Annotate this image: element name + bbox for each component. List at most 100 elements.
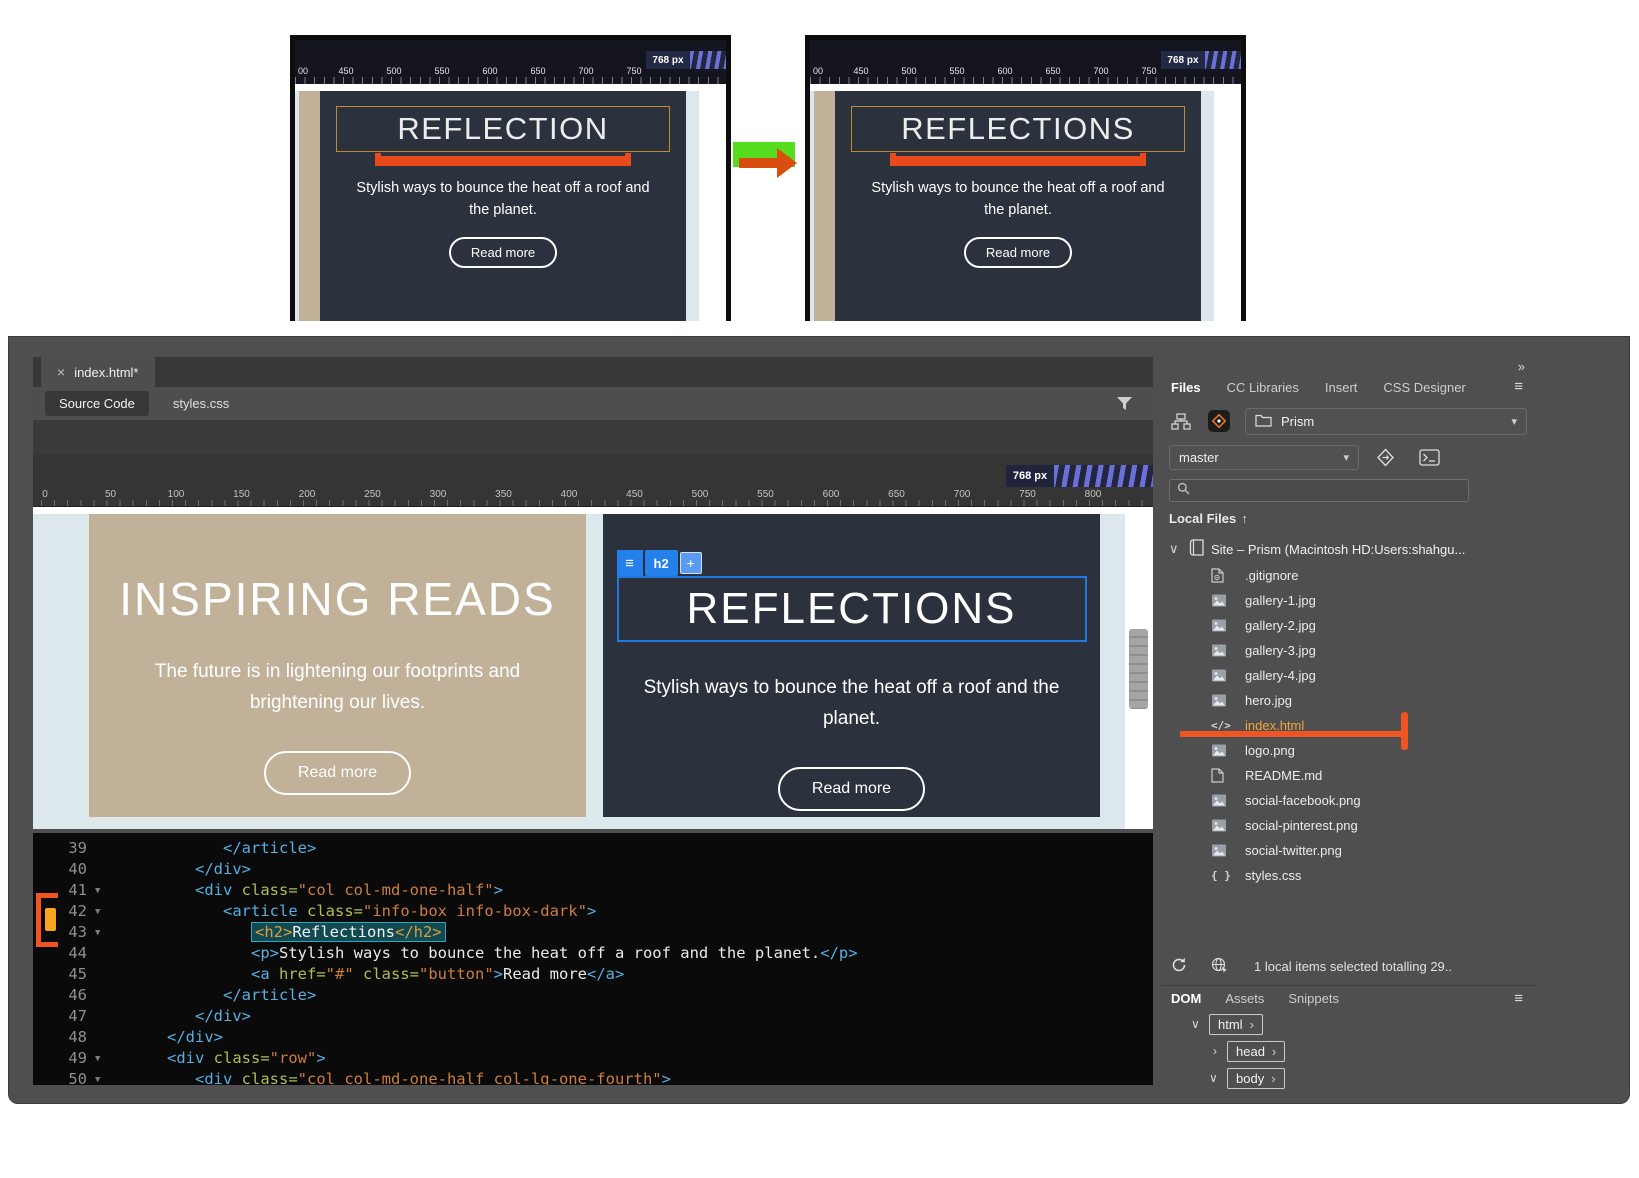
panel-overflow-icon[interactable]: » xyxy=(1518,359,1525,374)
tab-assets[interactable]: Assets xyxy=(1225,991,1264,1006)
code-line-43[interactable]: 43▼<h2>Reflections</h2> xyxy=(33,922,1153,943)
dom-panel-menu-icon[interactable]: ≡ xyxy=(1514,990,1523,1007)
close-icon[interactable]: × xyxy=(57,364,65,380)
code-line-45[interactable]: 45<a href="#" class="button">Read more</… xyxy=(33,964,1153,985)
branch-select[interactable]: master ▾ xyxy=(1169,445,1359,470)
tab-cc-libraries[interactable]: CC Libraries xyxy=(1227,380,1299,395)
code-token: </article> xyxy=(223,986,316,1004)
code-line-48[interactable]: 48</div> xyxy=(33,1027,1153,1048)
file-item-social-pinterest-png[interactable]: social-pinterest.png xyxy=(1161,813,1537,838)
file-search[interactable] xyxy=(1169,479,1469,502)
filter-icon[interactable] xyxy=(1116,396,1133,416)
search-input[interactable] xyxy=(1190,484,1450,498)
refresh-icon[interactable] xyxy=(1171,957,1187,976)
live-view-scrollbar[interactable] xyxy=(1125,507,1153,829)
site-root-label: Site – Prism (Macintosh HD:Users:shahgu.… xyxy=(1211,542,1465,557)
document-tab-index-html[interactable]: × index.html* xyxy=(41,357,155,387)
file-item-gallery-1-jpg[interactable]: gallery-1.jpg xyxy=(1161,588,1537,613)
file-item-gallery-2-jpg[interactable]: gallery-2.jpg xyxy=(1161,613,1537,638)
collapse-icon[interactable]: ∨ xyxy=(1209,1071,1218,1085)
git-sync-icon[interactable] xyxy=(1375,448,1396,472)
line-number: 48 xyxy=(33,1027,95,1048)
file-item-social-twitter-png[interactable]: social-twitter.png xyxy=(1161,838,1537,863)
tab-snippets[interactable]: Snippets xyxy=(1288,991,1339,1006)
dom-tree: ∨html››head›∨body› xyxy=(1161,1013,1537,1094)
code-token: </a> xyxy=(587,965,624,983)
code-line-41[interactable]: 41▼<div class="col col-md-one-half"> xyxy=(33,880,1153,901)
dom-node-head[interactable]: › head› xyxy=(1161,1040,1537,1067)
file-item-gitignore[interactable]: .gitignore xyxy=(1161,563,1537,588)
code-line-50[interactable]: 50▼<div class="col col-md-one-half col-l… xyxy=(33,1069,1153,1085)
collapse-icon[interactable]: ∨ xyxy=(1191,1017,1200,1031)
tab-css-designer[interactable]: CSS Designer xyxy=(1383,380,1465,395)
h2-selection-outline[interactable]: ≡ h2 + REFLECTIONS xyxy=(617,576,1087,642)
related-file-source-code[interactable]: Source Code xyxy=(45,391,149,416)
sync-status-icon[interactable] xyxy=(1211,957,1228,976)
file-item-readme-md[interactable]: README.md xyxy=(1161,763,1537,788)
fold-arrow-icon[interactable]: ▼ xyxy=(95,902,111,923)
fold-arrow-icon[interactable]: ▼ xyxy=(95,881,111,902)
code-line-40[interactable]: 40</div> xyxy=(33,859,1153,880)
git-icon[interactable] xyxy=(1207,409,1231,438)
read-more-button[interactable]: Read more xyxy=(964,237,1072,268)
arrow-red-head xyxy=(777,148,797,178)
code-token: <div xyxy=(195,1070,242,1085)
scrollbar-thumb[interactable] xyxy=(1129,629,1148,709)
code-line-49[interactable]: 49▼<div class="row"> xyxy=(33,1048,1153,1069)
code-view[interactable]: 39</article>40</div>41▼<div class="col c… xyxy=(33,833,1153,1085)
file-item-hero-jpg[interactable]: hero.jpg xyxy=(1161,688,1537,713)
code-line-47[interactable]: 47</div> xyxy=(33,1006,1153,1027)
dom-node-box[interactable]: body› xyxy=(1227,1068,1285,1089)
file-item-gallery-4-jpg[interactable]: gallery-4.jpg xyxy=(1161,663,1537,688)
file-name: .gitignore xyxy=(1245,568,1298,583)
add-element-button[interactable]: + xyxy=(680,552,702,574)
file-item-styles-css[interactable]: { }styles.css xyxy=(1161,863,1537,888)
element-tag-label[interactable]: h2 xyxy=(645,550,678,576)
media-query-chevrons[interactable] xyxy=(1054,465,1153,487)
git-toolbar: master ▾ xyxy=(1161,445,1537,473)
site-root-item[interactable]: ∨ Site – Prism (Macintosh HD:Users:shahg… xyxy=(1161,537,1537,561)
tab-insert[interactable]: Insert xyxy=(1325,380,1358,395)
fold-arrow-icon[interactable]: ▼ xyxy=(95,923,111,944)
dom-node-html[interactable]: ∨ html› xyxy=(1161,1013,1537,1040)
inspiring-reads-card[interactable]: INSPIRING READS The future is in lighten… xyxy=(89,514,586,817)
panel-menu-icon[interactable]: ≡ xyxy=(1514,378,1523,395)
reflections-card[interactable]: ≡ h2 + REFLECTIONS Stylish ways to bounc… xyxy=(603,514,1100,817)
code-line-42[interactable]: 42▼<article class="info-box info-box-dar… xyxy=(33,901,1153,922)
code-line-46[interactable]: 46</article> xyxy=(33,985,1153,1006)
code-token: > xyxy=(662,1070,671,1085)
code-line-44[interactable]: 44<p>Stylish ways to bounce the heat off… xyxy=(33,943,1153,964)
tab-files[interactable]: Files xyxy=(1171,380,1201,395)
live-view-ruler: 0501001502002503003504004505005506006507… xyxy=(33,455,1153,507)
page-top-strip xyxy=(295,84,726,91)
local-files-header[interactable]: Local Files↑ xyxy=(1169,511,1248,526)
file-item-gallery-3-jpg[interactable]: gallery-3.jpg xyxy=(1161,638,1537,663)
collapse-icon[interactable]: ∨ xyxy=(1169,541,1185,557)
fold-arrow-icon[interactable]: ▼ xyxy=(95,1070,111,1085)
site-select[interactable]: Prism ▾ xyxy=(1245,408,1527,435)
read-more-button[interactable]: Read more xyxy=(449,237,557,268)
file-item-social-facebook-png[interactable]: social-facebook.png xyxy=(1161,788,1537,813)
selected-code-highlight: <h2>Reflections</h2> xyxy=(251,922,446,942)
tab-dom[interactable]: DOM xyxy=(1171,991,1201,1006)
fold-arrow-icon[interactable]: ▼ xyxy=(95,1049,111,1070)
connect-server-icon[interactable] xyxy=(1171,413,1191,435)
read-more-button[interactable]: Read more xyxy=(264,751,411,795)
after-panel: 00450500550600650700750 768 px REFLECTIO… xyxy=(805,35,1246,321)
expand-icon: › xyxy=(1271,1071,1275,1086)
code-token: </div> xyxy=(195,1007,251,1025)
code-token: </p> xyxy=(820,944,857,962)
related-file-styles-css[interactable]: styles.css xyxy=(173,396,229,411)
dom-node-box[interactable]: head› xyxy=(1227,1041,1285,1062)
viewport-width-badge[interactable]: 768 px xyxy=(1006,465,1054,487)
dom-node-body[interactable]: ∨ body› xyxy=(1161,1067,1537,1094)
dom-node-box[interactable]: html› xyxy=(1209,1014,1263,1035)
expand-icon[interactable]: › xyxy=(1213,1044,1217,1058)
live-view: INSPIRING READS The future is in lighten… xyxy=(33,507,1153,829)
element-menu-icon[interactable]: ≡ xyxy=(617,550,643,576)
terminal-icon[interactable] xyxy=(1419,449,1440,471)
read-more-button[interactable]: Read more xyxy=(778,767,925,811)
code-line-39[interactable]: 39</article> xyxy=(33,838,1153,859)
file-item-logo-png[interactable]: logo.png xyxy=(1161,738,1537,763)
dom-node-label: html xyxy=(1218,1017,1243,1032)
